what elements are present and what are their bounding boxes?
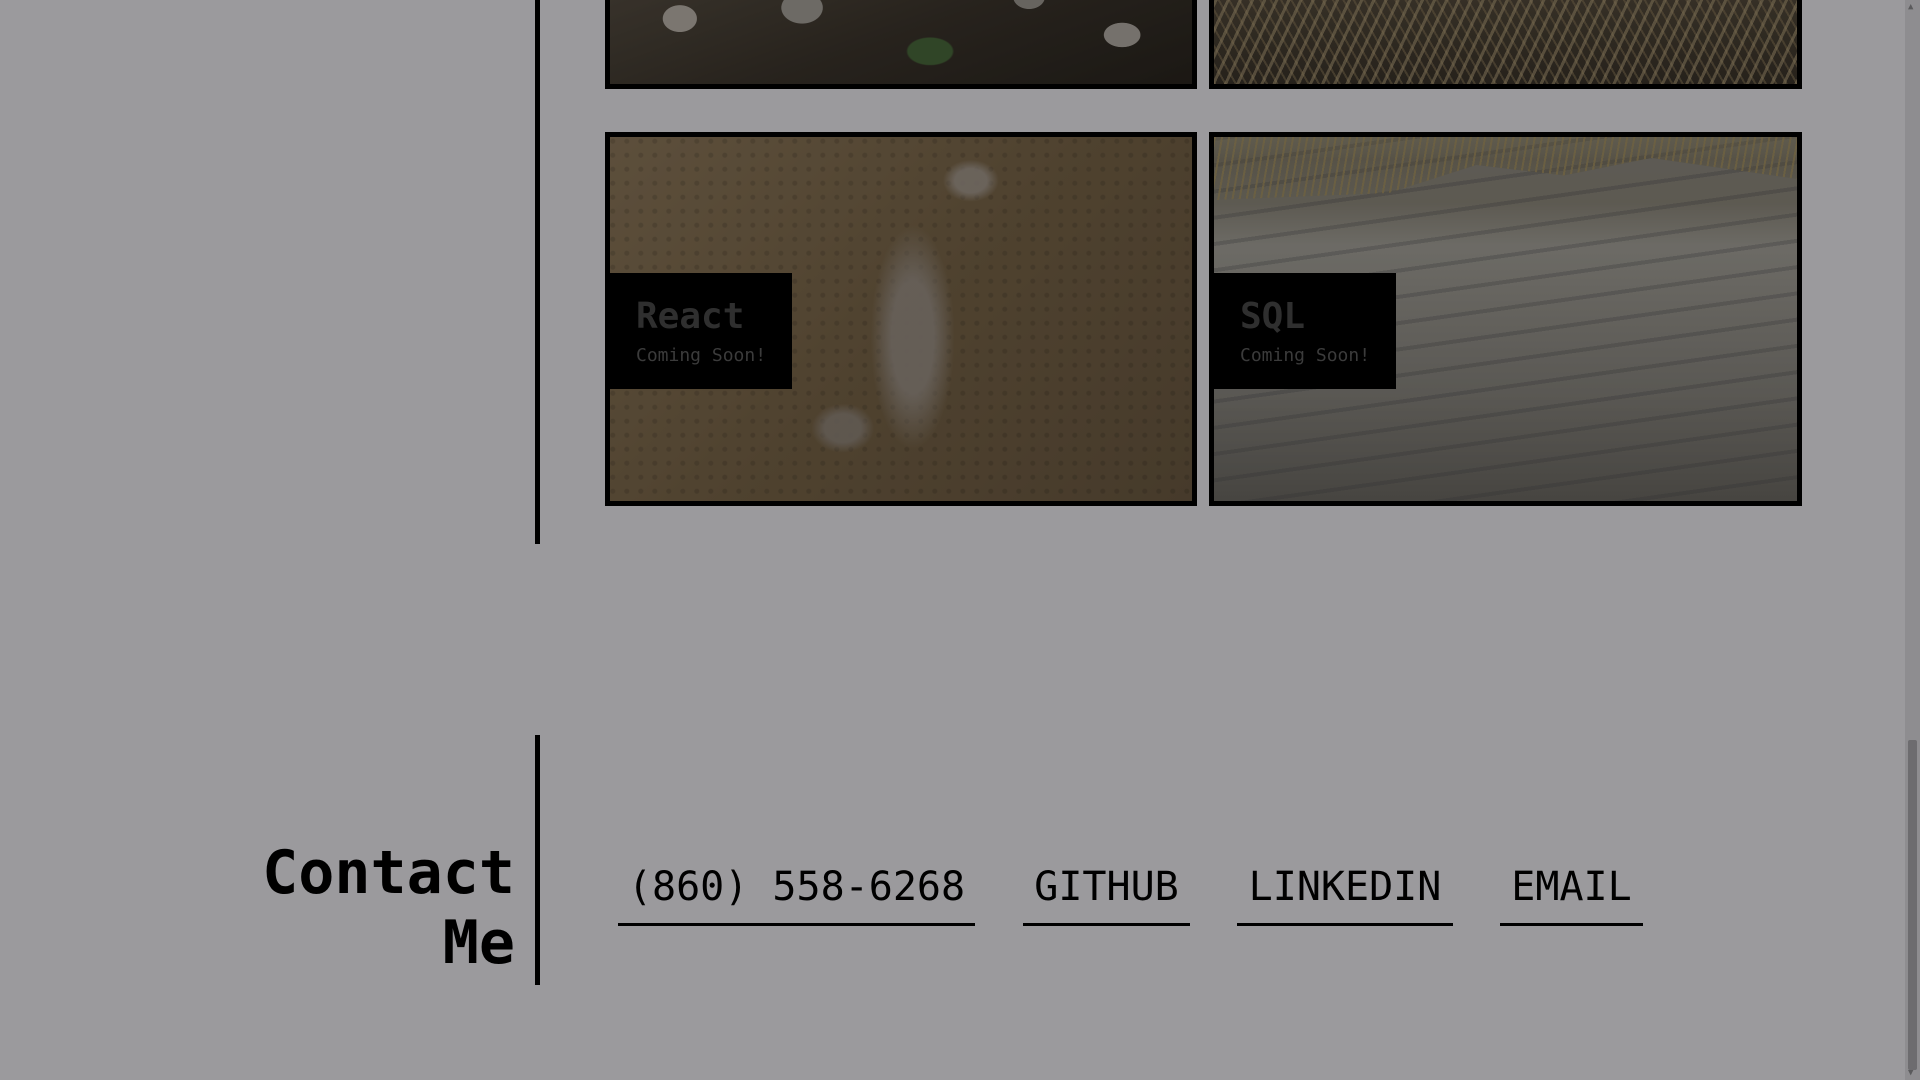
project-card-sql[interactable]: SQL Coming Soon! xyxy=(1209,132,1802,506)
github-link[interactable]: GITHUB xyxy=(1023,858,1190,926)
project-title: SQL xyxy=(1240,296,1306,337)
contact-heading: Contact Me xyxy=(262,838,515,978)
project-label: SQL Coming Soon! xyxy=(1214,273,1397,389)
scroll-up-arrow-icon[interactable]: ▲ xyxy=(1908,2,1913,12)
project-card-react[interactable]: React Coming Soon! xyxy=(605,132,1197,506)
project-card-stones[interactable] xyxy=(605,0,1197,89)
scrollbar-thumb[interactable] xyxy=(1908,740,1917,1070)
project-label: React Coming Soon! xyxy=(610,273,793,389)
linkedin-link[interactable]: LINKEDIN xyxy=(1237,858,1453,926)
email-link[interactable]: EMAIL xyxy=(1500,858,1643,926)
project-card-grass[interactable] xyxy=(1209,0,1802,89)
section-divider xyxy=(535,0,540,544)
page-scrollbar[interactable]: ▲ ▼ xyxy=(1905,0,1920,1080)
project-status: Coming Soon! xyxy=(1240,345,1371,366)
scroll-down-arrow-icon[interactable]: ▼ xyxy=(1908,1068,1913,1078)
phone-link[interactable]: (860) 558-6268 xyxy=(618,858,975,926)
project-title: React xyxy=(636,296,745,337)
contact-divider xyxy=(535,735,540,985)
project-status: Coming Soon! xyxy=(636,345,767,366)
